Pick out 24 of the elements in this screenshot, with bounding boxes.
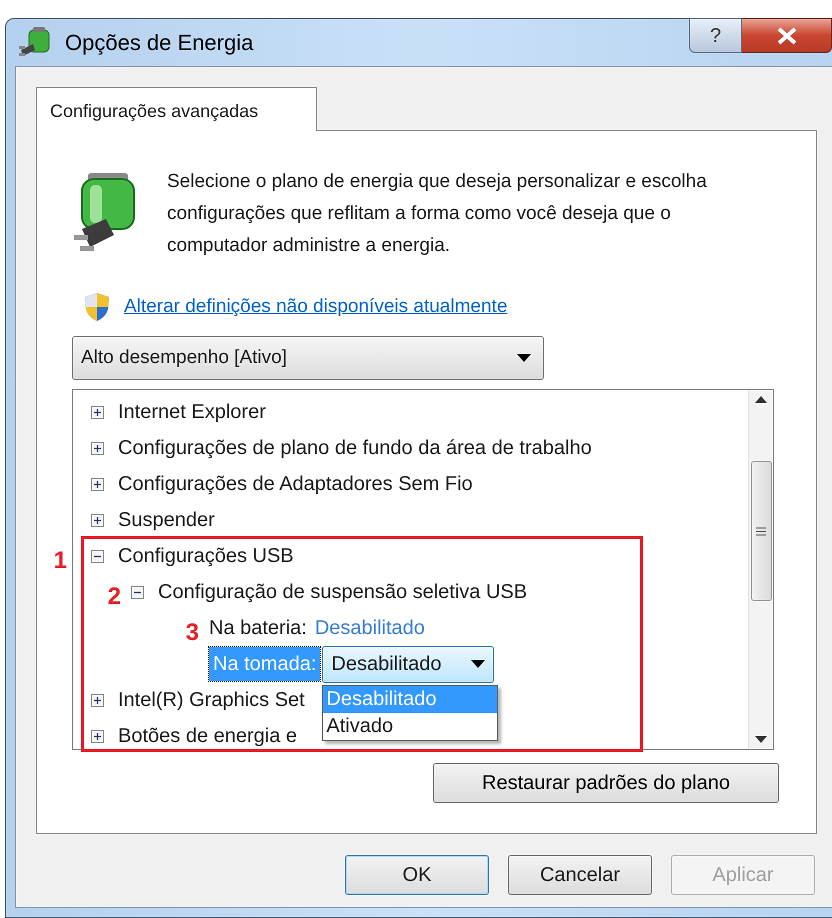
- tab[interactable]: Configurações avançadas: [36, 87, 317, 131]
- setting-value[interactable]: Desabilitado: [314, 613, 425, 643]
- description-text: Selecione o plano de energia que deseja personalizar e escolha configurações que reflitam a forma como você deseja que o computador administre a energia.: [167, 170, 708, 258]
- tree-item[interactable]: Configurações de Adaptadores Sem Fio: [118, 469, 473, 499]
- annotation-number: 3: [186, 618, 199, 648]
- dropdown-option[interactable]: Ativado: [323, 712, 498, 740]
- tree-item[interactable]: Intel(R) Graphics Set: [118, 685, 305, 715]
- plan-value: Alto desempenho [Ativo]: [81, 346, 288, 370]
- tree-item[interactable]: Botões de energia e: [118, 721, 298, 751]
- dialog-button[interactable]: Cancelar: [508, 855, 652, 895]
- annotation-number: 2: [108, 582, 121, 612]
- tree-item[interactable]: Configurações de plano de fundo da área de trabalho: [118, 433, 592, 463]
- change-settings-link[interactable]: Alterar definições não disponíveis atualmente: [124, 292, 508, 322]
- tree-item[interactable]: Configurações USB: [118, 541, 294, 571]
- dialog-button[interactable]: OK: [345, 855, 489, 895]
- tree-item[interactable]: Configuração de suspensão seletiva USB: [158, 577, 528, 607]
- restore-defaults-button[interactable]: Restaurar padrões do plano: [433, 763, 779, 803]
- tree-item[interactable]: Internet Explorer: [118, 397, 266, 427]
- tree-item[interactable]: Suspender: [118, 505, 215, 535]
- annotation-number: 1: [54, 546, 67, 576]
- setting-label[interactable]: Na bateria:: [209, 613, 307, 643]
- window-title: Opções de Energia: [65, 29, 254, 57]
- plan-dropdown[interactable]: Alto desempenho [Ativo]: [72, 336, 544, 380]
- help-button[interactable]: ?: [689, 18, 742, 53]
